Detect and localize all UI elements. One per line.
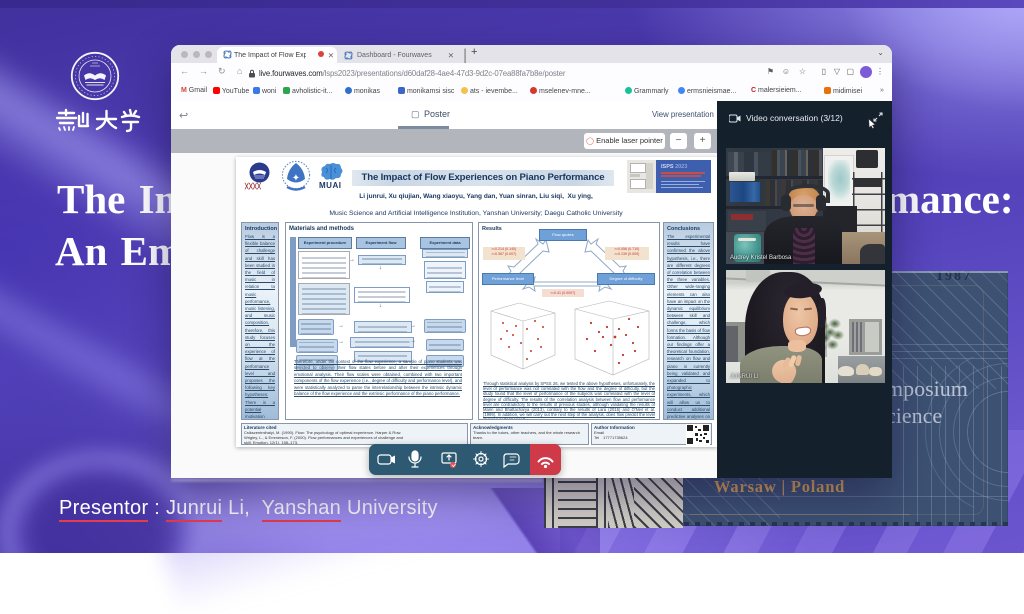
svg-text:✦: ✦	[292, 173, 300, 184]
